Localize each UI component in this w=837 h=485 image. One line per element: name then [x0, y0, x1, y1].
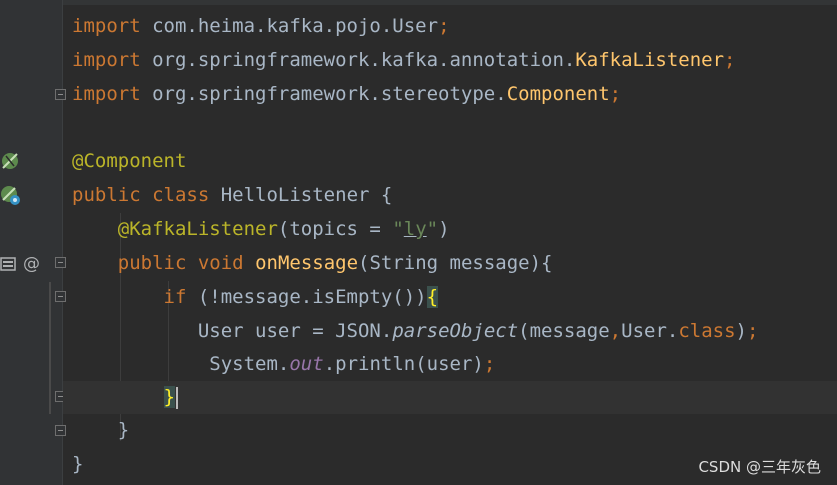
code-line-2: import org.springframework.kafka.annotat… [63, 44, 837, 77]
keyword: public [117, 252, 187, 274]
keyword: import [72, 15, 141, 37]
class-name: Component [506, 83, 610, 105]
code-line-3: import org.springframework.stereotype.Co… [63, 78, 837, 111]
static-method: parseObject [392, 320, 519, 342]
class-name: KafkaListener [575, 49, 725, 71]
svg-text:@: @ [23, 254, 40, 273]
statement: System. [209, 353, 290, 375]
keyword: if [163, 286, 187, 308]
at-annotation-icon[interactable]: @ [22, 253, 42, 273]
annotation-args: (topics = [277, 218, 393, 240]
semicolon: ; [724, 49, 736, 71]
code-line-11: System.out.println(user); [63, 348, 837, 381]
code-line-1: import com.heima.kafka.pojo.User; [63, 10, 837, 43]
matched-brace: } [163, 386, 175, 408]
paren: ) [438, 218, 450, 240]
class-ref: User. [621, 320, 679, 342]
kafka-listener-icon[interactable] [0, 254, 18, 272]
method-params: (String message){ [358, 252, 553, 274]
annotation: @Component [72, 150, 187, 172]
if-condition: (!message.isEmpty()) [186, 286, 427, 308]
keyword: class [152, 184, 210, 206]
spring-bean-navigate-icon[interactable] [0, 183, 22, 207]
static-field: out [289, 353, 324, 375]
code-line-7: @KafkaListener(topics = "ly") [63, 213, 837, 246]
semicolon: ; [483, 353, 496, 375]
string-quote: " [392, 218, 404, 240]
code-line-5: @Component [63, 145, 837, 178]
closing-brace: } [117, 419, 130, 441]
topic-string: ly [403, 218, 427, 240]
matched-brace: { [426, 286, 439, 308]
args: (message [518, 320, 610, 342]
class-declaration: HelloListener { [209, 184, 393, 206]
keyword: import [72, 83, 141, 105]
package-path: org.springframework.kafka.annotation. [140, 49, 576, 71]
statement: User user = JSON. [197, 320, 393, 342]
method-name: onMessage [255, 252, 359, 274]
call: .println(user) [323, 353, 484, 375]
code-line-12-current[interactable]: } [63, 381, 837, 414]
keyword: class [678, 320, 736, 342]
string-quote: " [426, 218, 439, 240]
code-line-10: User user = JSON.parseObject(message,Use… [63, 315, 837, 348]
code-editor[interactable]: import com.heima.kafka.pojo.User; import… [63, 0, 837, 485]
annotation: @KafkaListener [117, 218, 278, 240]
keyword: void [197, 252, 244, 274]
semicolon: ; [438, 15, 450, 37]
paren: ) [735, 320, 747, 342]
package-path: com.heima.kafka.pojo.User [140, 15, 439, 37]
scope-indicator [49, 282, 51, 414]
watermark: CSDN @三年灰色 [698, 458, 821, 476]
code-line-13: } [63, 414, 837, 447]
comma: , [609, 320, 622, 342]
code-line-8: public void onMessage(String message){ [63, 247, 837, 280]
text-caret [175, 386, 178, 409]
semicolon: ; [746, 320, 759, 342]
package-path: org.springframework.stereotype. [140, 83, 507, 105]
closing-brace: } [72, 453, 84, 475]
code-line-6: public class HelloListener { [63, 179, 837, 212]
spring-bean-icon[interactable] [0, 150, 20, 172]
keyword: public [72, 184, 141, 206]
keyword: import [72, 49, 141, 71]
semicolon: ; [609, 83, 622, 105]
code-line-9: if (!message.isEmpty()){ [63, 281, 837, 314]
editor-gutter[interactable] [0, 0, 62, 485]
